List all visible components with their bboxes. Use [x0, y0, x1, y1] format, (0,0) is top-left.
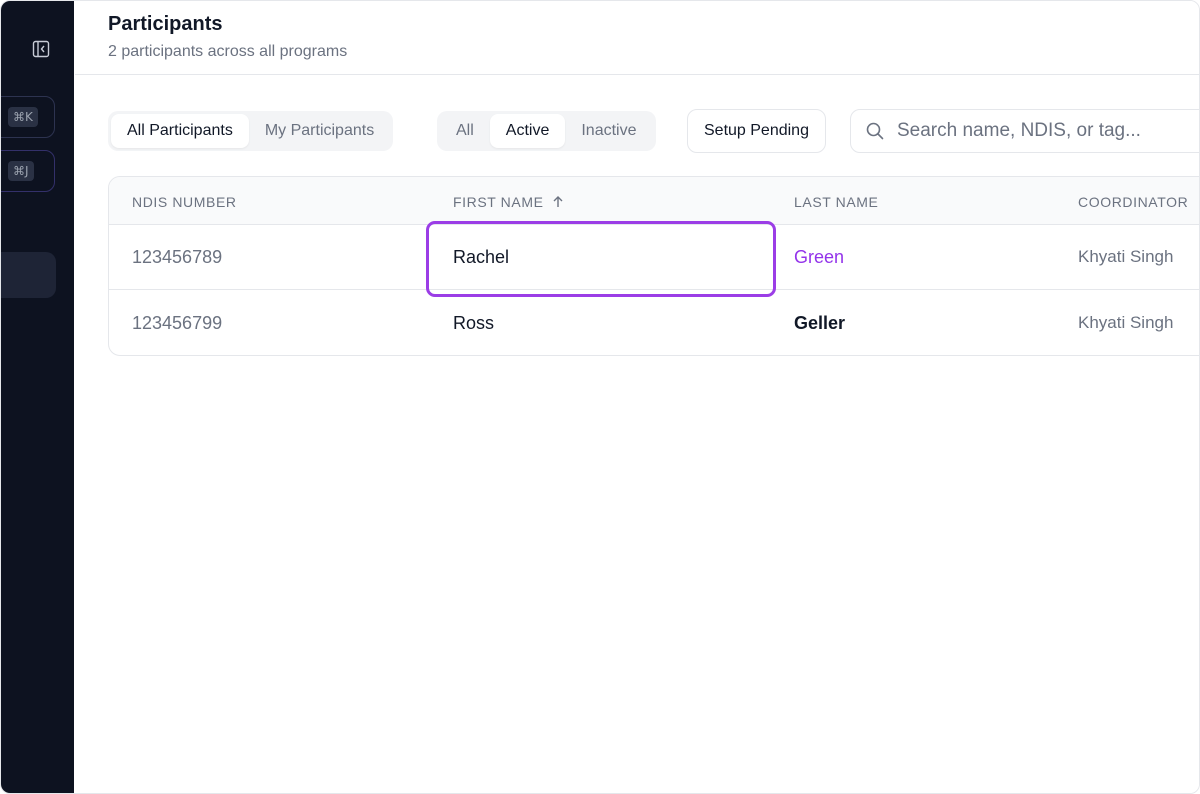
sidebar-item-active[interactable]	[1, 252, 56, 298]
table-header: NDIS NUMBER FIRST NAME LAST NAME COORDIN…	[109, 177, 1199, 225]
column-header-coordinator[interactable]: COORDINATOR	[1078, 194, 1188, 210]
page-header: Participants 2 participants across all p…	[75, 1, 1199, 75]
filter-all-participants[interactable]: All Participants	[111, 114, 249, 148]
sort-ascending-icon	[553, 196, 563, 207]
quick-jump-shortcut[interactable]: ⌘J	[1, 150, 55, 192]
search-input[interactable]	[897, 120, 1197, 142]
page-title: Participants	[108, 13, 223, 35]
shortcut-k-key: ⌘K	[8, 107, 38, 127]
app-window: ⌘K ⌘J Participants 2 participants across…	[0, 0, 1200, 794]
column-header-last-name[interactable]: LAST NAME	[794, 194, 879, 210]
cell-last-name-link[interactable]: Green	[794, 247, 844, 268]
search-icon	[866, 122, 884, 140]
cell-coordinator: Khyati Singh	[1078, 247, 1174, 266]
shortcut-j-key: ⌘J	[8, 161, 34, 181]
main-content: Participants 2 participants across all p…	[75, 1, 1199, 793]
sidebar-collapse-icon	[32, 40, 50, 58]
cell-coordinator: Khyati Singh	[1078, 313, 1174, 332]
cell-last-name[interactable]: Geller	[794, 313, 845, 334]
filter-status-active[interactable]: Active	[489, 114, 566, 148]
sidebar-collapse-button[interactable]	[31, 39, 51, 59]
participants-table: NDIS NUMBER FIRST NAME LAST NAME COORDIN…	[108, 176, 1199, 356]
cell-first-name[interactable]: Rachel	[453, 247, 509, 268]
status-filter: All Active Inactive	[437, 111, 656, 151]
column-header-ndis[interactable]: NDIS NUMBER	[132, 194, 237, 210]
filter-status-all[interactable]: All	[440, 114, 490, 148]
column-header-first-name-label: FIRST NAME	[453, 194, 544, 210]
search-box	[850, 109, 1199, 153]
filter-my-participants[interactable]: My Participants	[249, 114, 390, 148]
scope-filter: All Participants My Participants	[108, 111, 394, 151]
command-palette-shortcut[interactable]: ⌘K	[1, 96, 55, 138]
table-row[interactable]: 123456799 Ross Geller Khyati Singh	[109, 291, 1199, 355]
filter-status-inactive[interactable]: Inactive	[565, 114, 652, 148]
sidebar: ⌘K ⌘J	[1, 1, 74, 793]
page-subtitle: 2 participants across all programs	[108, 43, 348, 60]
table-row[interactable]: 123456789 Rachel Green Khyati Singh	[109, 225, 1199, 290]
setup-pending-button[interactable]: Setup Pending	[687, 109, 826, 153]
cell-first-name[interactable]: Ross	[453, 313, 494, 334]
cell-ndis-number: 123456789	[132, 247, 223, 267]
column-header-first-name[interactable]: FIRST NAME	[453, 194, 565, 210]
cell-ndis-number: 123456799	[132, 313, 223, 333]
